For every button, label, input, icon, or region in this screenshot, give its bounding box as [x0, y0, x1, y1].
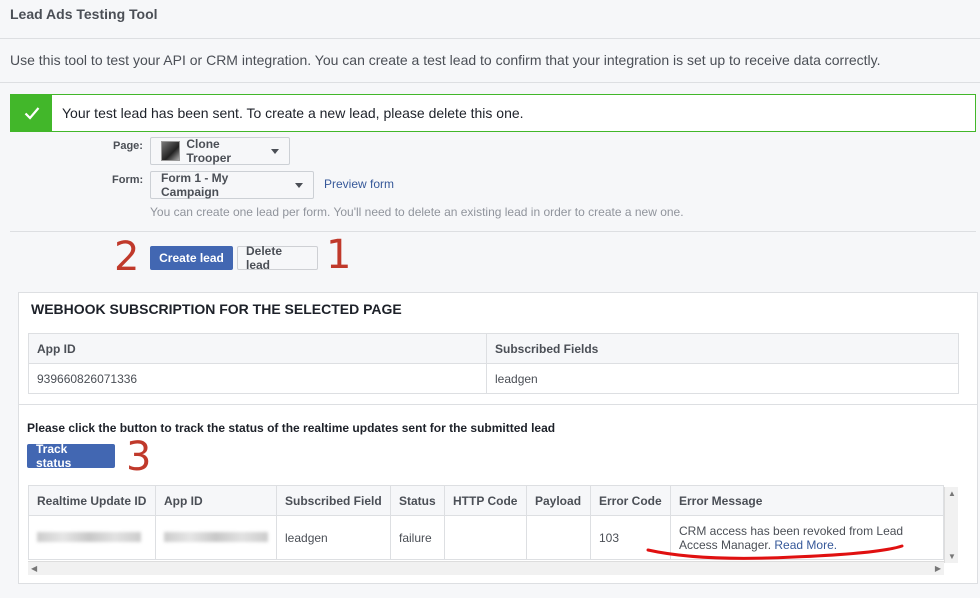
- payload-cell: [526, 515, 591, 560]
- page-title: Lead Ads Testing Tool: [10, 6, 158, 22]
- subscribed-fields-cell: leadgen: [486, 363, 959, 394]
- track-status-button[interactable]: Track status: [27, 442, 115, 470]
- column-header: Payload: [526, 485, 591, 516]
- tracking-instruction: Please click the button to track the sta…: [27, 421, 556, 435]
- divider: [0, 82, 980, 83]
- webhook-table: App ID Subscribed Fields 939660826071336…: [28, 333, 959, 394]
- redacted-value: [164, 531, 268, 542]
- success-message: Your test lead has been sent. To create …: [62, 105, 524, 121]
- checkmark-icon: [11, 95, 52, 131]
- page-avatar: [161, 141, 181, 161]
- column-header: HTTP Code: [444, 485, 527, 516]
- delete-lead-button[interactable]: Delete lead: [237, 244, 318, 272]
- page-selector[interactable]: Clone Trooper: [150, 137, 290, 165]
- subscribed-field-cell: leadgen: [276, 515, 391, 560]
- column-header: Subscribed Field: [276, 485, 391, 516]
- preview-form-link[interactable]: Preview form: [324, 177, 394, 191]
- column-header: Status: [390, 485, 445, 516]
- annotation-number: 2: [114, 234, 140, 280]
- scroll-down-icon[interactable]: ▼: [948, 552, 956, 561]
- column-header: App ID: [28, 333, 487, 364]
- chevron-down-icon: [271, 148, 279, 154]
- scroll-up-icon[interactable]: ▲: [948, 489, 956, 498]
- table-header-row: Realtime Update ID App ID Subscribed Fie…: [28, 485, 944, 516]
- status-cell: failure: [390, 515, 445, 560]
- column-header: Error Message: [670, 485, 944, 516]
- divider: [10, 231, 976, 232]
- scroll-right-icon[interactable]: ▶: [935, 564, 941, 573]
- app-id-cell: [155, 515, 277, 560]
- success-banner: Your test lead has been sent. To create …: [10, 94, 976, 132]
- table-row: 939660826071336 leadgen: [28, 363, 959, 394]
- page-selector-value: Clone Trooper: [186, 137, 232, 165]
- chevron-down-icon: [295, 182, 303, 188]
- scroll-left-icon[interactable]: ◀: [31, 564, 37, 573]
- realtime-update-id-cell: [28, 515, 156, 560]
- http-code-cell: [444, 515, 527, 560]
- column-header: App ID: [155, 485, 277, 516]
- form-label: Form:: [112, 174, 144, 186]
- column-header: Error Code: [590, 485, 671, 516]
- webhook-title: WEBHOOK SUBSCRIPTION FOR THE SELECTED PA…: [31, 301, 402, 317]
- page-label: Page:: [113, 140, 143, 152]
- divider: [18, 404, 978, 405]
- form-selector-value: Form 1 - My Campaign: [161, 171, 229, 199]
- form-hint: You can create one lead per form. You'll…: [150, 205, 684, 219]
- annotation-number: 1: [326, 232, 352, 278]
- page-description: Use this tool to test your API or CRM in…: [10, 52, 881, 68]
- table-header-row: App ID Subscribed Fields: [28, 333, 959, 364]
- red-underline-annotation: [646, 544, 904, 560]
- redacted-value: [37, 531, 141, 542]
- create-lead-button[interactable]: Create lead: [150, 246, 233, 270]
- vertical-scrollbar[interactable]: ▲ ▼: [944, 487, 958, 563]
- divider: [0, 38, 980, 39]
- annotation-number: 3: [126, 434, 152, 480]
- app-id-cell: 939660826071336: [28, 363, 487, 394]
- form-selector[interactable]: Form 1 - My Campaign: [150, 171, 314, 199]
- column-header: Realtime Update ID: [28, 485, 156, 516]
- column-header: Subscribed Fields: [486, 333, 959, 364]
